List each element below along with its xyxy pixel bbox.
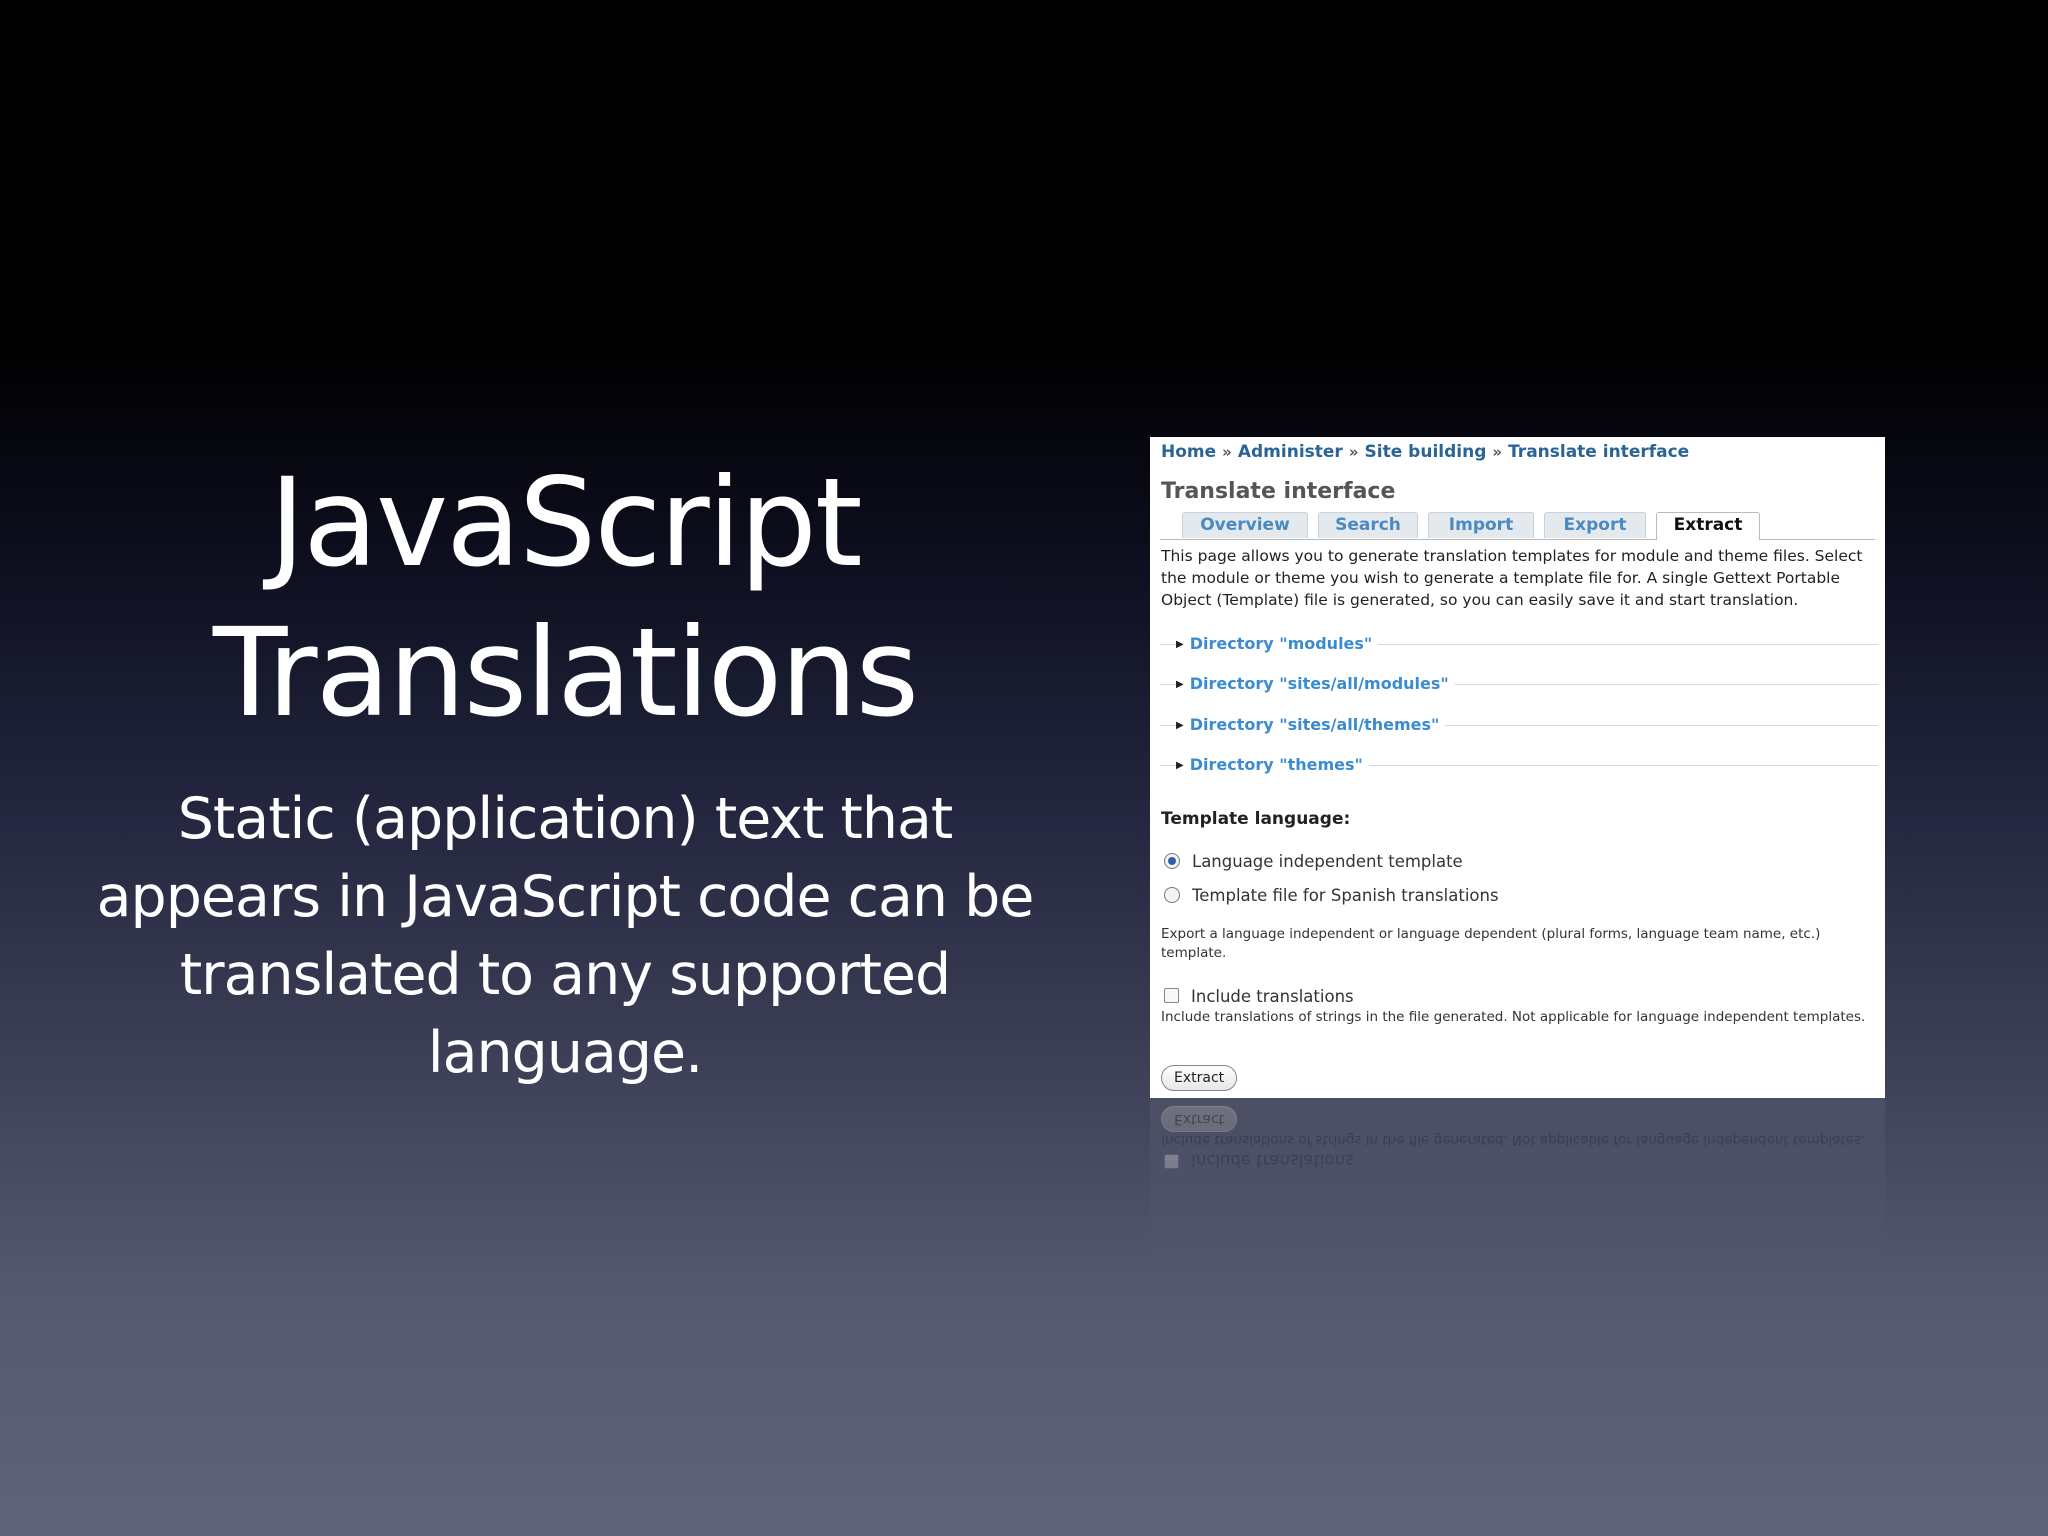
fieldset-directory-modules[interactable]: ▶ Directory "modules": [1160, 633, 1878, 656]
radio-unchecked-icon[interactable]: [1164, 887, 1180, 903]
template-language-label: Template language:: [1161, 809, 1351, 829]
collapsed-triangle-icon: ▶: [1176, 760, 1184, 771]
directory-link[interactable]: Directory "themes": [1190, 755, 1363, 774]
intro-text: This page allows you to generate transla…: [1161, 547, 1863, 609]
breadcrumb: Home » Administer » Site building » Translate …: [1161, 442, 1689, 462]
breadcrumb-separator: »: [1492, 443, 1503, 461]
slide-title-line-1: JavaScript: [269, 452, 863, 594]
fieldset-directory-sites-all-themes[interactable]: ▶ Directory "sites/all/themes": [1160, 714, 1878, 737]
tab-export[interactable]: Export: [1544, 512, 1646, 538]
reflection-checkbox-label: Include translations: [1191, 1151, 1354, 1170]
collapsed-triangle-icon: ▶: [1176, 639, 1184, 650]
tab-import[interactable]: Import: [1428, 512, 1534, 538]
directory-link[interactable]: Directory "sites/all/themes": [1190, 715, 1440, 734]
radio-label[interactable]: Language independent template: [1192, 852, 1463, 871]
page-title: Translate interface: [1161, 479, 1396, 504]
tab-search[interactable]: Search: [1318, 512, 1418, 538]
radio-checked-icon[interactable]: [1164, 853, 1180, 869]
breadcrumb-translate-interface[interactable]: Translate interface: [1508, 442, 1689, 462]
translate-interface-screenshot: Home » Administer » Site building » Translate …: [1150, 437, 1885, 1098]
slide-title-line-2: Translations: [212, 602, 919, 744]
slide-title: JavaScript Translations: [90, 448, 1040, 748]
radio-language-independent[interactable]: Language independent template: [1164, 852, 1463, 871]
reflection-description: Include translations of strings in the f…: [1161, 1132, 1866, 1148]
radio-spanish-template[interactable]: Template file for Spanish translations: [1164, 886, 1499, 905]
template-language-description: Export a language independent or languag…: [1161, 926, 1821, 961]
tab-bar: Overview Search Import Export Extract: [1160, 512, 1875, 540]
collapsed-triangle-icon: ▶: [1176, 679, 1184, 690]
include-translations-description: Include translations of strings in the f…: [1161, 1009, 1866, 1025]
fieldset-rule: [1160, 725, 1174, 726]
checkbox-label[interactable]: Include translations: [1191, 987, 1354, 1006]
checkbox-icon: [1164, 1154, 1179, 1169]
fieldset-directory-sites-all-modules[interactable]: ▶ Directory "sites/all/modules": [1160, 673, 1878, 696]
directory-link[interactable]: Directory "sites/all/modules": [1190, 674, 1449, 693]
tab-extract[interactable]: Extract: [1656, 512, 1760, 540]
reflection-checkbox: Include translations: [1164, 1151, 1354, 1170]
checkbox-icon[interactable]: [1164, 988, 1179, 1003]
extract-button[interactable]: Extract: [1161, 1065, 1238, 1091]
tab-overview[interactable]: Overview: [1182, 512, 1308, 538]
screenshot-reflection: Include translations Include translation…: [1150, 1098, 1885, 1288]
collapsed-triangle-icon: ▶: [1176, 720, 1184, 731]
directory-link[interactable]: Directory "modules": [1190, 634, 1373, 653]
breadcrumb-separator: »: [1222, 443, 1232, 461]
fieldset-rule: [1160, 684, 1174, 685]
breadcrumb-site-building[interactable]: Site building: [1365, 442, 1487, 462]
fieldset-directory-themes[interactable]: ▶ Directory "themes": [1160, 754, 1878, 777]
breadcrumb-administer[interactable]: Administer: [1238, 442, 1343, 462]
slide-body-text: Static (application) text that appears i…: [96, 786, 1035, 1086]
reflection-mirror: Include translations Include translation…: [1150, 1098, 1885, 1288]
fieldset-rule: [1160, 765, 1174, 766]
radio-label[interactable]: Template file for Spanish translations: [1192, 886, 1499, 905]
breadcrumb-home[interactable]: Home: [1161, 442, 1216, 462]
include-translations-checkbox[interactable]: Include translations: [1164, 987, 1354, 1006]
breadcrumb-separator: »: [1348, 443, 1359, 461]
reflection-extract-button: Extract: [1161, 1106, 1238, 1132]
fieldset-rule: [1160, 644, 1174, 645]
